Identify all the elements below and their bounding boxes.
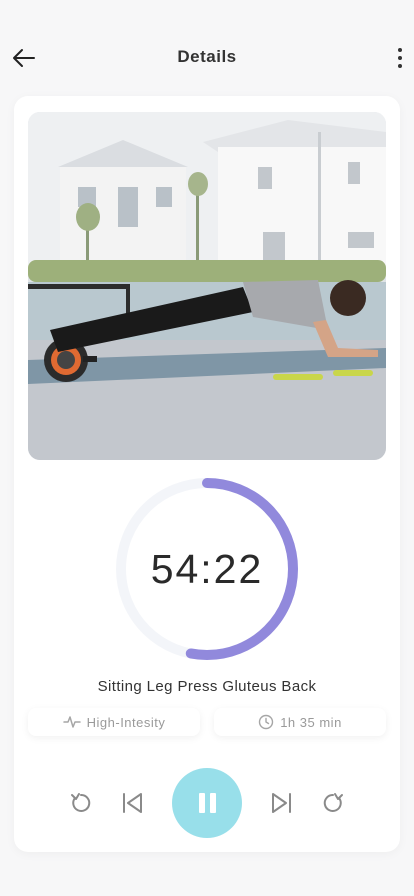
pulse-icon bbox=[62, 716, 81, 728]
intensity-badge: High-Intesity bbox=[28, 708, 200, 736]
next-button[interactable] bbox=[268, 790, 296, 816]
page-title: Details bbox=[177, 47, 237, 66]
rotate-right-icon bbox=[323, 793, 343, 812]
skip-previous-icon bbox=[123, 793, 142, 813]
duration-label: 1h 35 min bbox=[280, 714, 342, 730]
app-header: Details bbox=[0, 0, 414, 110]
exercise-photo bbox=[28, 112, 386, 460]
playback-controls bbox=[14, 768, 400, 838]
exercise-illustration bbox=[28, 112, 386, 460]
more-options-button[interactable] bbox=[392, 44, 408, 72]
duration-badge: 1h 35 min bbox=[214, 708, 386, 736]
workout-card: 54:22 Sitting Leg Press Gluteus Back Hig… bbox=[14, 96, 400, 852]
exercise-name: Sitting Leg Press Gluteus Back bbox=[97, 678, 317, 695]
skip-next-icon bbox=[272, 793, 291, 813]
timer-ring: 54:22 bbox=[112, 474, 302, 664]
rewind-button[interactable] bbox=[66, 790, 96, 816]
rotate-left-icon bbox=[71, 793, 91, 812]
previous-button[interactable] bbox=[118, 790, 146, 816]
pause-icon bbox=[198, 793, 205, 813]
clock-icon bbox=[259, 714, 274, 730]
pause-button[interactable] bbox=[172, 768, 242, 838]
more-vertical-icon bbox=[398, 48, 402, 52]
intensity-label: High-Intesity bbox=[86, 714, 166, 730]
timer-display: 54:22 bbox=[150, 545, 264, 592]
forward-button[interactable] bbox=[318, 790, 348, 816]
